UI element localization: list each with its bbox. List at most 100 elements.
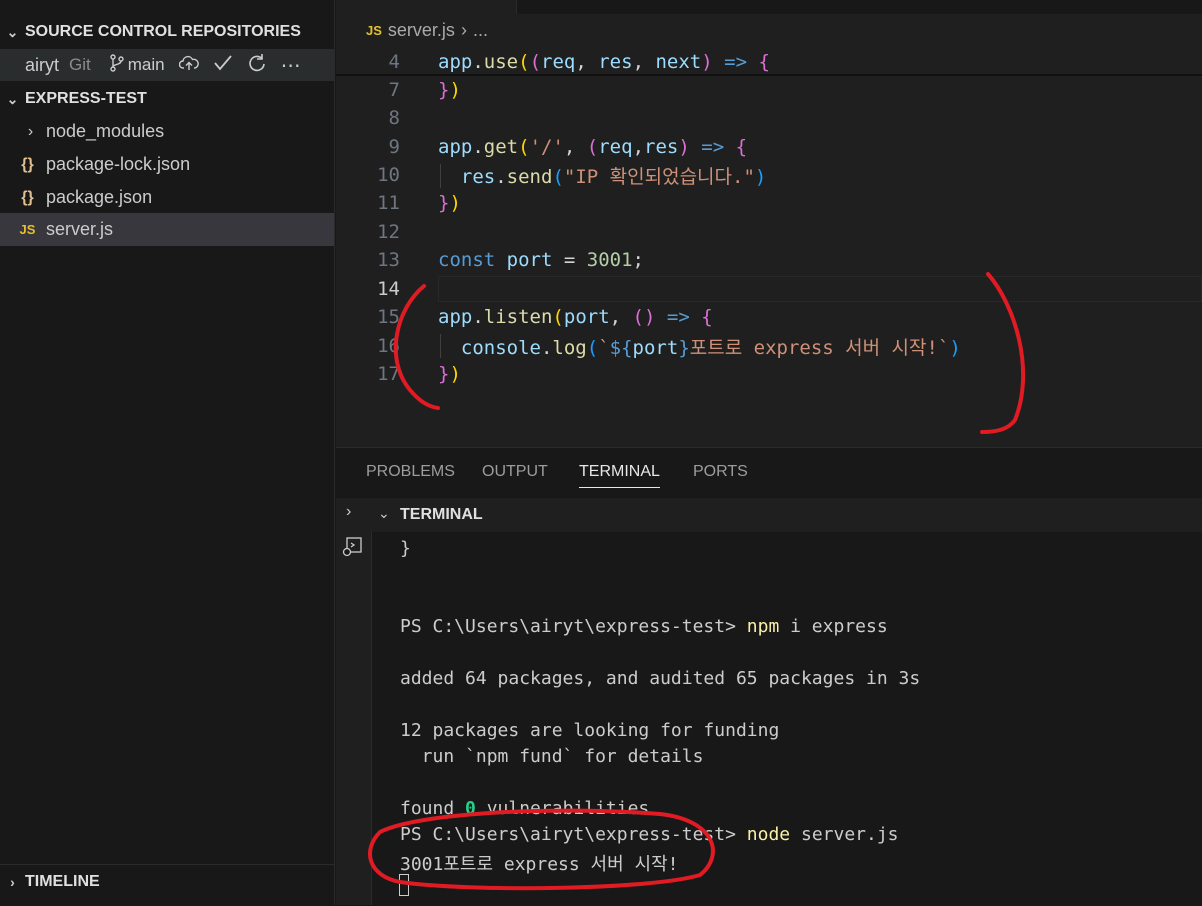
json-file-icon: {}: [21, 188, 34, 206]
terminal-line: run `npm fund` for details: [400, 746, 704, 767]
timeline-header[interactable]: › TIMELINE: [0, 866, 334, 898]
terminal-line: PS C:\Users\airyt\express-test> npm i ex…: [400, 616, 888, 637]
more-actions-icon[interactable]: ⋯: [281, 53, 302, 78]
command-args: server.js: [790, 824, 899, 845]
line-number: 17: [377, 363, 400, 385]
line-number: 16: [377, 335, 400, 357]
js-file-icon: JS: [366, 23, 382, 38]
branch-name[interactable]: main: [128, 55, 165, 75]
code-text: }): [438, 79, 461, 101]
timeline-title: TIMELINE: [25, 873, 100, 890]
terminal-line: found 0 vulnerabilities: [400, 798, 649, 819]
indent-guide: [440, 164, 441, 188]
line-number: 7: [388, 79, 400, 101]
chevron-down-icon: ⌄: [6, 90, 19, 107]
code-text: app.use((req, res, next) => {: [438, 51, 770, 73]
line-number: 13: [377, 249, 400, 271]
repo-name: airyt: [25, 54, 60, 75]
code-text: app.get('/', (req,res) => {: [438, 136, 748, 158]
divider: [0, 864, 334, 865]
line-number: 9: [388, 136, 400, 158]
tree-item-node-modules[interactable]: › node_modules: [0, 115, 334, 148]
chevron-right-icon: ›: [10, 874, 15, 890]
explorer-title: EXPRESS-TEST: [25, 90, 147, 107]
tab-problems[interactable]: PROBLEMS: [366, 463, 455, 481]
code-line[interactable]: 11}): [336, 189, 1202, 217]
found-count: 0: [465, 798, 476, 819]
indent-guide: [440, 334, 441, 358]
terminal-output: 3001포트로 express 서버 시작!: [400, 854, 679, 875]
line-number: 15: [377, 306, 400, 328]
found-rest: vulnerabilities: [475, 798, 650, 819]
code-text: app.listen(port, () => {: [438, 306, 713, 328]
prompt: PS C:\Users\airyt\express-test>: [400, 616, 747, 637]
line-number: 11: [377, 192, 400, 214]
code-line[interactable]: 15 app.listen(port, () => {: [336, 303, 1202, 331]
json-file-icon: {}: [21, 155, 34, 173]
tree-item-label: server.js: [46, 219, 114, 239]
explorer-header[interactable]: ⌄ EXPRESS-TEST: [0, 83, 334, 115]
tab-ports[interactable]: PORTS: [693, 463, 748, 481]
source-control-header[interactable]: ⌄ SOURCE CONTROL REPOSITORIES: [0, 16, 334, 48]
line-number: 12: [377, 221, 400, 243]
check-icon[interactable]: [213, 54, 233, 77]
code-line[interactable]: 12: [336, 218, 1202, 246]
code-line[interactable]: 16 console.log(`${port}포트로 express 서버 시작…: [336, 332, 1202, 360]
js-file-icon: JS: [19, 222, 36, 237]
tab-output[interactable]: OUTPUT: [482, 463, 548, 481]
terminal-line: added 64 packages, and audited 65 packag…: [400, 668, 921, 689]
tree-item-package-lock[interactable]: {} package-lock.json: [0, 148, 334, 181]
repo-type: Git: [69, 55, 91, 74]
command: npm: [746, 616, 780, 637]
code-line[interactable]: 10 res.send("IP 확인되었습니다."): [336, 161, 1202, 189]
line-number: 10: [377, 164, 400, 186]
chevron-down-icon[interactable]: ⌄: [378, 505, 390, 522]
terminal-cursor: [399, 874, 409, 896]
code-line[interactable]: 4 app.use((req, res, next) => {: [336, 48, 1202, 76]
breadcrumb-rest[interactable]: ...: [473, 20, 488, 41]
code-text: res.send("IP 확인되었습니다."): [460, 165, 767, 188]
tab-terminal[interactable]: TERMINAL: [579, 463, 660, 488]
terminal-section-title[interactable]: TERMINAL: [400, 506, 483, 524]
code-text: const port = 3001;: [438, 249, 644, 271]
prompt: PS C:\Users\airyt\express-test>: [400, 824, 747, 845]
tree-item-label: package-lock.json: [46, 154, 191, 174]
code-line[interactable]: 7}): [336, 76, 1202, 104]
chevron-down-icon: ⌄: [6, 23, 19, 40]
line-number: 14: [377, 278, 400, 300]
code-line[interactable]: 13 const port = 3001;: [336, 246, 1202, 274]
cloud-upload-icon[interactable]: [178, 55, 199, 76]
command-args: i express: [779, 616, 888, 637]
tree-item-server-js[interactable]: JS server.js: [0, 213, 334, 246]
refresh-icon[interactable]: [247, 53, 267, 78]
chevron-right-icon: ›: [27, 122, 34, 140]
code-line-current[interactable]: 14: [336, 275, 1202, 303]
found-text: found: [400, 798, 466, 819]
code-line[interactable]: 8: [336, 104, 1202, 132]
terminal-line: PS C:\Users\airyt\express-test> node ser…: [400, 824, 899, 845]
line-number: 4: [388, 51, 400, 73]
breadcrumb: JS server.js › ...: [366, 20, 488, 41]
terminal-shell-icon[interactable]: [341, 536, 363, 563]
source-control-title: SOURCE CONTROL REPOSITORIES: [25, 23, 301, 40]
terminal-line: 12 packages are looking for funding: [400, 720, 780, 741]
code-text: }): [438, 363, 461, 385]
tree-item-label: node_modules: [46, 121, 165, 141]
chevron-right-icon: ›: [460, 20, 467, 40]
tree-item-label: package.json: [46, 187, 153, 207]
code-line[interactable]: 9 app.get('/', (req,res) => {: [336, 133, 1202, 161]
tab-server-js[interactable]: [336, 0, 517, 14]
line-number: 8: [388, 107, 400, 129]
branch-icon: [109, 53, 125, 77]
command: node: [746, 824, 791, 845]
chevron-right-icon[interactable]: ›: [346, 503, 351, 521]
code-text: }): [438, 192, 461, 214]
code-text: console.log(`${port}포트로 express 서버 시작!`): [460, 336, 961, 359]
breadcrumb-file[interactable]: server.js: [388, 20, 455, 41]
sidebar: ⌄ SOURCE CONTROL REPOSITORIES airyt Git …: [0, 0, 335, 905]
terminal-line: }: [400, 538, 411, 559]
terminal-gutter: [336, 532, 372, 905]
code-line[interactable]: 17}): [336, 360, 1202, 388]
repository-row[interactable]: airyt Git main ⋯: [0, 49, 334, 81]
tree-item-package-json[interactable]: {} package.json: [0, 181, 334, 214]
